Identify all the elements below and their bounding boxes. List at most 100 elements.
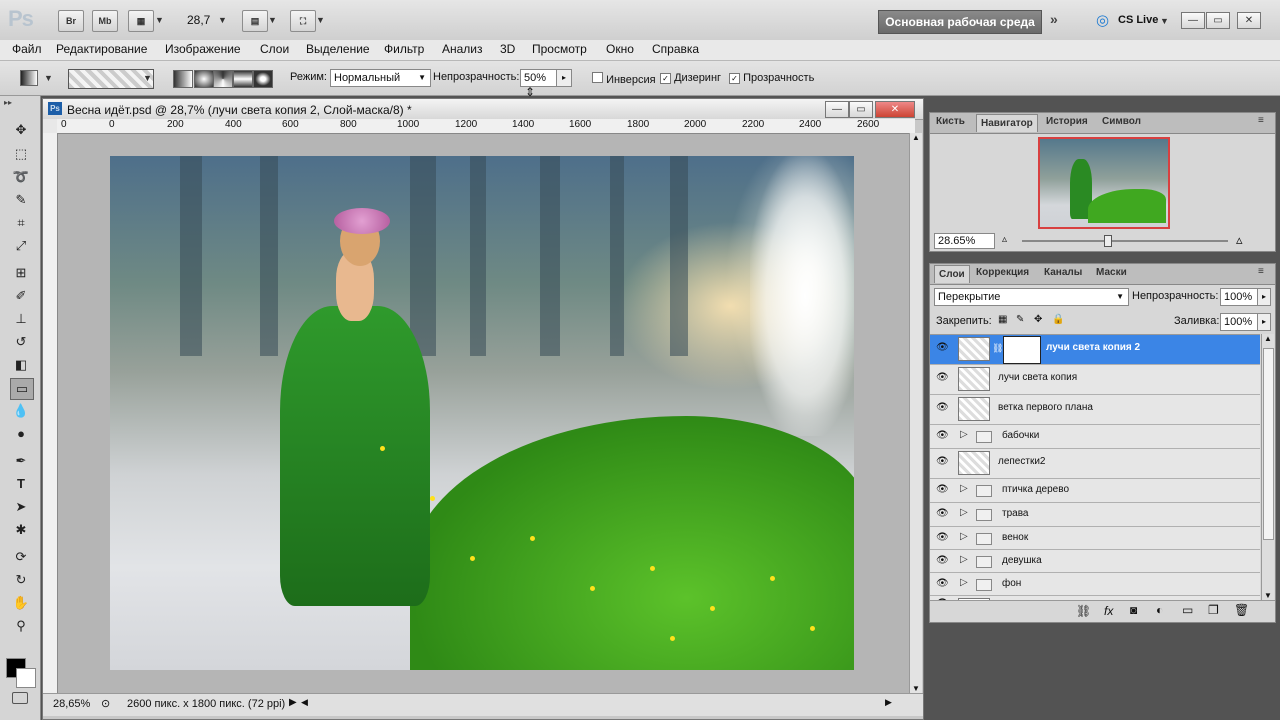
dither-checkbox[interactable]: ✓ Дизеринг bbox=[660, 72, 721, 84]
zoom-in-icon[interactable]: ▵ bbox=[1236, 232, 1243, 248]
crop-tool-icon[interactable]: ⌗ bbox=[10, 213, 32, 233]
layer-row[interactable]: 👁 лучи света копия bbox=[930, 365, 1260, 395]
status-zoom[interactable]: 28,65% bbox=[53, 698, 90, 710]
canvas-image[interactable] bbox=[110, 156, 854, 670]
eye-icon[interactable]: 👁 bbox=[936, 485, 949, 495]
navigator-zoom-input[interactable]: 28.65% bbox=[934, 233, 995, 249]
menu-3d[interactable]: 3D bbox=[500, 42, 515, 56]
transparency-checkbox[interactable]: ✓ Прозрачность bbox=[729, 72, 814, 84]
scroll-right-icon[interactable]: ▶ bbox=[885, 697, 892, 708]
blur-tool-icon[interactable]: 💧 bbox=[10, 401, 32, 421]
eye-icon[interactable]: 👁 bbox=[936, 509, 949, 519]
eye-icon[interactable]: 👁 bbox=[936, 343, 949, 353]
workspace-switcher-button[interactable]: Основная рабочая среда bbox=[878, 10, 1042, 34]
menu-filter[interactable]: Фильтр bbox=[384, 42, 424, 56]
menu-view[interactable]: Просмотр bbox=[532, 42, 587, 56]
gradient-picker[interactable] bbox=[68, 69, 154, 89]
blend-mode-dropdown[interactable]: Перекрытие ▼ bbox=[934, 288, 1129, 306]
tab-channels[interactable]: Каналы bbox=[1044, 267, 1082, 278]
gradient-tool-icon[interactable]: ▭ bbox=[10, 378, 34, 400]
opacity-slider-button[interactable]: ▸ bbox=[1257, 288, 1271, 306]
eye-icon[interactable]: 👁 bbox=[936, 533, 949, 543]
layer-row[interactable]: 👁 лепестки2 bbox=[930, 449, 1260, 479]
vertical-ruler[interactable] bbox=[43, 133, 58, 693]
eye-icon[interactable]: 👁 bbox=[936, 457, 949, 467]
close-icon[interactable]: ✕ bbox=[875, 101, 915, 118]
scroll-up-icon[interactable]: ▲ bbox=[912, 133, 920, 142]
eye-icon[interactable]: 👁 bbox=[936, 431, 949, 441]
path-selection-tool-icon[interactable]: ➤ bbox=[10, 497, 32, 517]
scroll-left-icon[interactable]: ◀ bbox=[301, 697, 308, 708]
scroll-thumb[interactable] bbox=[1263, 348, 1274, 540]
panel-menu-icon[interactable]: ≡ bbox=[1258, 266, 1264, 277]
scroll-up-icon[interactable]: ▲ bbox=[1264, 334, 1272, 343]
eyedropper-tool-icon[interactable]: ⤢ bbox=[10, 236, 32, 256]
tab-brush[interactable]: Кисть bbox=[936, 116, 965, 127]
angle-gradient-icon[interactable] bbox=[213, 70, 233, 88]
pen-tool-icon[interactable]: ✒ bbox=[10, 451, 32, 471]
slider-thumb[interactable] bbox=[1104, 235, 1112, 247]
more-workspaces-icon[interactable]: » bbox=[1050, 11, 1058, 27]
minimize-icon[interactable]: — bbox=[1181, 12, 1205, 29]
menu-window[interactable]: Окно bbox=[606, 42, 634, 56]
tool-preset-icon[interactable] bbox=[20, 70, 38, 86]
link-layers-icon[interactable]: ⛓ bbox=[1076, 604, 1091, 618]
layer-group-row[interactable]: 👁 ▷ трава bbox=[930, 503, 1260, 527]
tab-adjustments[interactable]: Коррекция bbox=[976, 267, 1029, 278]
menu-help[interactable]: Справка bbox=[652, 42, 699, 56]
adjustment-layer-icon[interactable]: ◐ bbox=[1156, 603, 1163, 617]
history-brush-tool-icon[interactable]: ↺ bbox=[10, 332, 32, 352]
chevron-down-icon[interactable]: ▼ bbox=[1160, 16, 1169, 26]
zoom-level[interactable]: 28,7 bbox=[187, 13, 210, 27]
bridge-icon[interactable]: Br bbox=[58, 10, 84, 32]
layer-opacity-input[interactable]: 100% bbox=[1220, 288, 1259, 306]
minibridge-icon[interactable]: Mb bbox=[92, 10, 118, 32]
layer-mask-thumbnail[interactable] bbox=[1003, 336, 1041, 364]
new-layer-icon[interactable]: ❐ bbox=[1208, 603, 1219, 617]
custom-shape-tool-icon[interactable]: ✱ bbox=[10, 520, 32, 540]
linear-gradient-icon[interactable] bbox=[173, 70, 193, 88]
healing-brush-tool-icon[interactable]: ⊞ bbox=[10, 263, 32, 283]
horizontal-ruler[interactable]: 0 0 200 400 600 800 1000 1200 1400 1600 … bbox=[57, 119, 915, 134]
status-info-icon[interactable]: ⊙ bbox=[101, 697, 110, 710]
scroll-down-icon[interactable]: ▼ bbox=[912, 684, 920, 693]
cslive-icon[interactable]: ◎ bbox=[1096, 11, 1109, 29]
fill-slider-button[interactable]: ▸ bbox=[1257, 313, 1271, 331]
menu-layers[interactable]: Слои bbox=[260, 42, 289, 56]
eye-icon[interactable]: 👁 bbox=[936, 556, 949, 566]
chevron-down-icon[interactable]: ▼ bbox=[218, 15, 227, 25]
layer-row[interactable]: 👁 ветка первого плана bbox=[930, 395, 1260, 425]
eye-icon[interactable]: 👁 bbox=[936, 579, 949, 589]
canvas-area[interactable] bbox=[58, 134, 916, 694]
tab-masks[interactable]: Маски bbox=[1096, 267, 1127, 278]
layers-scrollbar[interactable]: ▲ ▼ bbox=[1261, 334, 1274, 600]
eraser-tool-icon[interactable]: ◧ bbox=[10, 355, 32, 375]
hand-tool-icon[interactable]: ✋ bbox=[10, 593, 32, 613]
expand-triangle-icon[interactable]: ▷ bbox=[960, 429, 968, 440]
expand-triangle-icon[interactable]: ▷ bbox=[960, 577, 968, 588]
collapse-icon[interactable]: ▸▸ bbox=[4, 98, 12, 107]
menu-image[interactable]: Изображение bbox=[165, 42, 241, 56]
status-menu-icon[interactable]: ▶ bbox=[289, 697, 297, 708]
3d-orbit-tool-icon[interactable]: ↻ bbox=[10, 570, 32, 590]
lock-image-icon[interactable]: ✎ bbox=[1016, 314, 1024, 325]
3d-rotate-tool-icon[interactable]: ⟳ bbox=[10, 547, 32, 567]
eye-icon[interactable]: 👁 bbox=[936, 403, 949, 413]
clone-stamp-tool-icon[interactable]: ⊥ bbox=[10, 309, 32, 329]
type-tool-icon[interactable]: T bbox=[10, 474, 32, 494]
panel-menu-icon[interactable]: ≡ bbox=[1258, 115, 1264, 126]
zoom-out-icon[interactable]: ▵ bbox=[1002, 234, 1007, 245]
blend-mode-select[interactable]: Нормальный ▼ bbox=[330, 69, 431, 87]
screen-mode-icon[interactable]: ⛶ bbox=[290, 10, 316, 32]
chevron-down-icon[interactable]: ▼ bbox=[268, 15, 277, 25]
add-mask-icon[interactable]: ◙ bbox=[1130, 603, 1137, 617]
layer-row[interactable]: 👁 ⛓ лучи света копия 2 bbox=[930, 335, 1260, 365]
expand-triangle-icon[interactable]: ▷ bbox=[960, 483, 968, 494]
chevron-down-icon[interactable]: ▼ bbox=[155, 15, 164, 25]
menu-analysis[interactable]: Анализ bbox=[442, 42, 483, 56]
layer-group-row[interactable]: 👁 ▷ бабочки bbox=[930, 425, 1260, 449]
link-icon[interactable]: ⛓ bbox=[992, 343, 1003, 354]
navigator-preview[interactable] bbox=[1038, 137, 1170, 229]
trash-icon[interactable]: 🗑 bbox=[1234, 603, 1249, 617]
diamond-gradient-icon[interactable] bbox=[253, 70, 273, 88]
